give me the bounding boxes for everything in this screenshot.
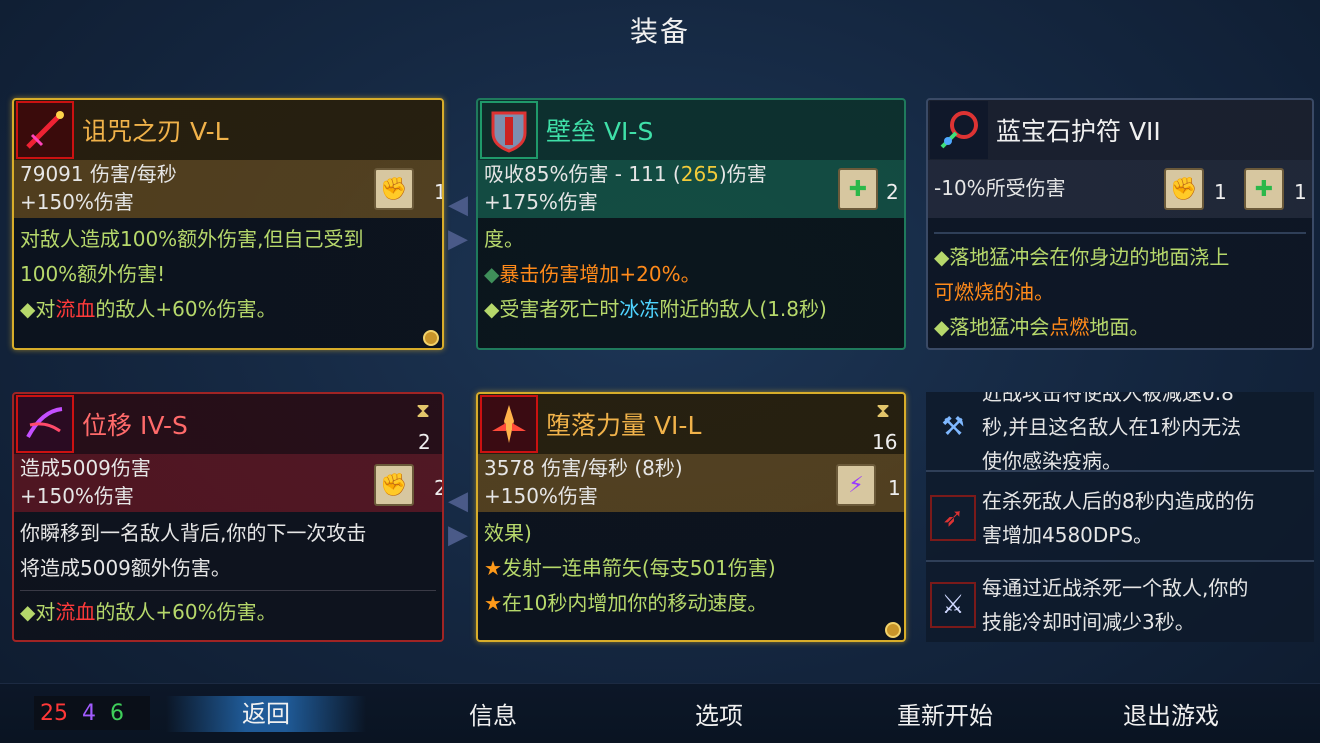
brutality-count: 25 bbox=[40, 700, 68, 726]
skill-name: 位移 IV-S bbox=[82, 411, 188, 440]
skill-charges: 16 bbox=[872, 430, 898, 454]
skill-card-fallen-power[interactable]: 堕落力量 VI-L ⧗ 16 3578 伤害/每秒 (8秒) +150%伤害 ⚡… bbox=[476, 392, 906, 642]
swap-left-arrow-icon: ◀ bbox=[448, 486, 468, 516]
mutations-list[interactable]: ⚒ 近战攻击将使敌人被减速0.8 秒,并且这名敌人在1秒内无法 使你感染疫病。 … bbox=[926, 392, 1314, 642]
amulet-card-sapphire[interactable]: 蓝宝石护符 VII -10%所受伤害 ✊ 1 ✚ 1 ◆落地猛冲会在你身边的地面… bbox=[926, 98, 1314, 350]
stat-absorb: 吸收85%伤害 - 111 (265)伤害 bbox=[484, 162, 767, 186]
tactics-count: 4 bbox=[82, 700, 96, 726]
shield-name: 壁垒 VI-S bbox=[546, 117, 654, 146]
mutation-text: 近战攻击将使敌人被减速0.8 bbox=[982, 392, 1234, 405]
brutality-scroll-icon: ✊ bbox=[374, 464, 414, 506]
legendary-gem-icon bbox=[423, 330, 439, 346]
mutation-text: 技能冷却时间减少3秒。 bbox=[982, 610, 1195, 634]
scroll-count-survival: 1 bbox=[1294, 180, 1307, 204]
swap-left-arrow-icon: ◀ bbox=[448, 190, 468, 220]
curse-blade-icon bbox=[16, 101, 74, 159]
fallen-power-skill-icon bbox=[480, 395, 538, 453]
shield-card-rampart[interactable]: 壁垒 VI-S 吸收85%伤害 - 111 (265)伤害 +175%伤害 ✚ … bbox=[476, 98, 906, 350]
survival-count: 6 bbox=[110, 700, 124, 726]
bow-icon: ➶ bbox=[930, 495, 976, 541]
stat-bonus: +175%伤害 bbox=[484, 190, 598, 214]
legendary-gem-icon bbox=[885, 622, 901, 638]
scroll-count: 2 bbox=[434, 476, 442, 500]
scroll-count: 1 bbox=[888, 476, 901, 500]
effect-line: ★在10秒内增加你的移动速度。 bbox=[484, 591, 768, 615]
amulet-name: 蓝宝石护符 VII bbox=[996, 117, 1161, 146]
effect-line: 100%额外伤害! bbox=[20, 262, 166, 286]
effect-line: 效果) bbox=[484, 521, 532, 545]
brutality-scroll-icon: ✊ bbox=[1164, 168, 1204, 210]
effect-line: 将造成5009额外伤害。 bbox=[20, 556, 231, 580]
skill-name: 堕落力量 VI-L bbox=[546, 411, 702, 440]
amulet-icon bbox=[930, 101, 988, 159]
effect-line: ◆暴击伤害增加+20%。 bbox=[484, 262, 701, 286]
divider bbox=[20, 590, 436, 591]
effect-line: 对敌人造成100%额外伤害,但自己受到 bbox=[20, 227, 364, 251]
effect-line: 可燃烧的油。 bbox=[934, 280, 1054, 304]
effect-line: ◆受害者死亡时冰冻附近的敌人(1.8秒) bbox=[484, 297, 827, 321]
quit-button[interactable]: 退出游戏 bbox=[1071, 696, 1271, 731]
swap-right-arrow-icon: ▶ bbox=[448, 224, 468, 254]
effect-line: ★发射一连串箭矢(每支501伤害) bbox=[484, 556, 776, 580]
screen-title: 装备 bbox=[629, 15, 690, 48]
restart-button[interactable]: 重新开始 bbox=[845, 696, 1045, 731]
scroll-stats: 25 4 6 bbox=[34, 696, 150, 730]
weapon-name: 诅咒之刃 V-L bbox=[82, 117, 229, 146]
effect-line: 你瞬移到一名敌人背后,你的下一次攻击 bbox=[20, 521, 367, 545]
effect-line: ◆落地猛冲会在你身边的地面浇上 bbox=[934, 245, 1230, 269]
options-button[interactable]: 选项 bbox=[619, 696, 819, 731]
mutation-item[interactable]: ⚔ 每通过近战杀死一个敌人,你的 技能冷却时间减少3秒。 bbox=[926, 562, 1314, 642]
info-button[interactable]: 信息 bbox=[393, 696, 593, 731]
star-icon: ★ bbox=[484, 556, 502, 580]
effect-line: ◆对流血的敌人+60%伤害。 bbox=[20, 600, 277, 624]
cooldown-hourglass-icon: ⧗ bbox=[416, 398, 431, 422]
brutality-scroll-icon: ✊ bbox=[374, 168, 414, 210]
mutation-item[interactable]: ⚒ 近战攻击将使敌人被减速0.8 秒,并且这名敌人在1秒内无法 使你感染疫病。 bbox=[926, 392, 1314, 473]
tactics-scroll-icon: ⚡ bbox=[836, 464, 876, 506]
scroll-count: 1 bbox=[434, 180, 442, 204]
swap-right-arrow-icon: ▶ bbox=[448, 520, 468, 550]
effect-line: 度。 bbox=[484, 227, 524, 251]
scroll-count-brutality: 1 bbox=[1214, 180, 1227, 204]
back-button[interactable]: 返回 bbox=[166, 696, 366, 732]
mutation-item[interactable]: ➶ 在杀死敌人后的8秒内造成的伤 害增加4580DPS。 bbox=[926, 476, 1314, 562]
skill-card-teleport[interactable]: 位移 IV-S ⧗ 2 造成5009伤害 +150%伤害 ✊ 2 你瞬移到一名敌… bbox=[12, 392, 444, 642]
mutation-text: 秒,并且这名敌人在1秒内无法 bbox=[982, 415, 1242, 439]
mutation-text: 每通过近战杀死一个敌人,你的 bbox=[982, 576, 1249, 600]
sword-icon: ⚔ bbox=[930, 582, 976, 628]
teleport-skill-icon bbox=[16, 395, 74, 453]
bottom-menu-bar: 25 4 6 返回 信息 选项 重新开始 退出游戏 bbox=[0, 683, 1320, 743]
mutation-text: 在杀死敌人后的8秒内造成的伤 bbox=[982, 489, 1255, 513]
weapon-card-curse-blade[interactable]: 诅咒之刃 V-L 79091 伤害/每秒 +150%伤害 ✊ 1 对敌人造成10… bbox=[12, 98, 444, 350]
mutation-text: 害增加4580DPS。 bbox=[982, 523, 1154, 547]
mutation-text: 使你感染疫病。 bbox=[982, 449, 1122, 473]
star-icon: ★ bbox=[484, 591, 502, 615]
divider bbox=[934, 232, 1306, 234]
survival-scroll-icon: ✚ bbox=[1244, 168, 1284, 210]
cooldown-hourglass-icon: ⧗ bbox=[876, 398, 891, 422]
survival-scroll-icon: ✚ bbox=[838, 168, 878, 210]
axe-icon: ⚒ bbox=[941, 412, 965, 442]
scroll-count: 2 bbox=[886, 180, 899, 204]
effect-line: ◆对流血的敌人+60%伤害。 bbox=[20, 297, 277, 321]
effect-line: ◆落地猛冲会点燃地面。 bbox=[934, 315, 1150, 339]
skill-charges: 2 bbox=[418, 430, 431, 454]
rampart-shield-icon bbox=[480, 101, 538, 159]
